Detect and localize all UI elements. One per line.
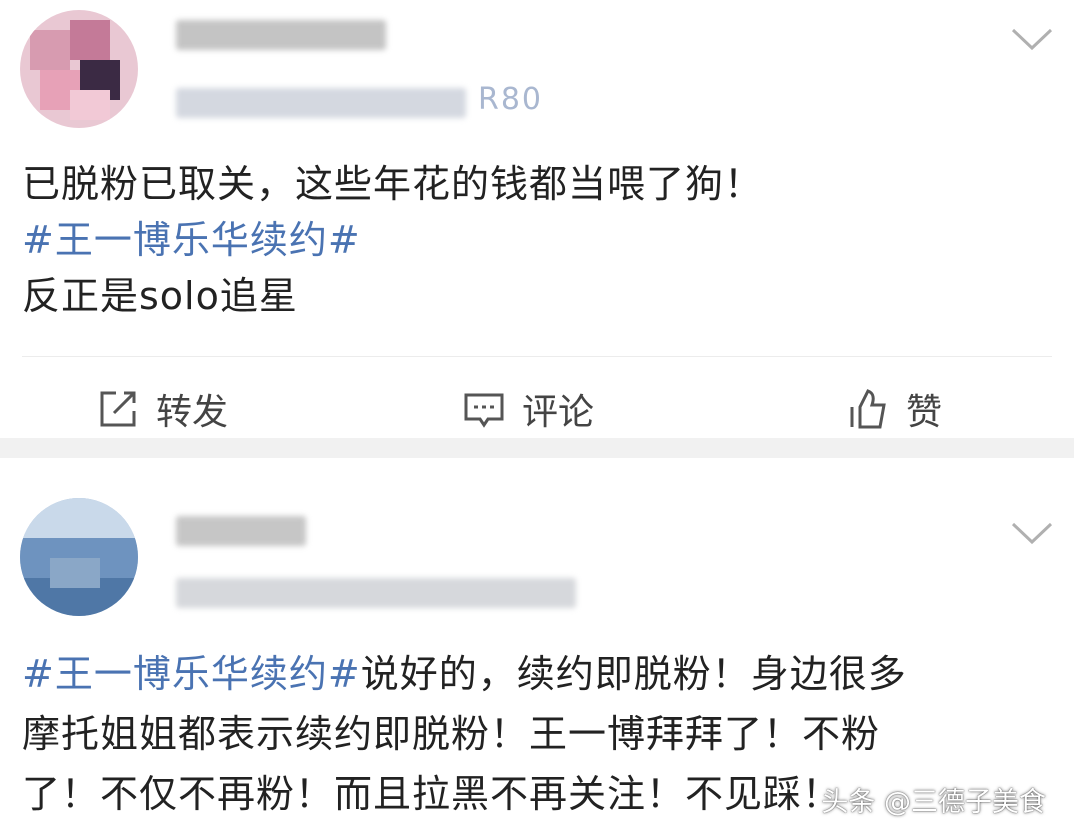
repost-icon	[100, 391, 136, 427]
avatar[interactable]	[20, 498, 138, 616]
post-meta-text: R80	[478, 82, 544, 117]
post-body-line: 已脱粉已取关，这些年花的钱都当喂了狗！	[22, 162, 764, 206]
action-bar: 转发 评论 赞	[0, 374, 1074, 444]
comment-button[interactable]: 评论	[462, 374, 594, 444]
watermark: 头条 @三德子美食	[821, 787, 1046, 818]
username-blurred[interactable]	[176, 20, 386, 50]
divider	[22, 356, 1052, 357]
repost-button[interactable]: 转发	[96, 374, 228, 444]
comment-label: 评论	[522, 392, 595, 433]
hashtag-link[interactable]: #王一博乐华续约#	[22, 652, 361, 696]
chevron-down-icon[interactable]	[1010, 26, 1054, 52]
like-icon	[850, 389, 886, 429]
repost-label: 转发	[156, 392, 229, 433]
post-body-line: 反正是solo追星	[22, 274, 298, 318]
comment-icon	[464, 393, 504, 428]
post-body-line: #王一博乐华续约#说好的，续约即脱粉！身边很多	[22, 646, 1052, 702]
like-button[interactable]: 赞	[846, 374, 942, 444]
post-separator	[0, 438, 1074, 458]
like-label: 赞	[906, 392, 943, 433]
weibo-post-1: R80 已脱粉已取关，这些年花的钱都当喂了狗！ #王一博乐华续约# 反正是sol…	[0, 0, 1074, 438]
post-meta-blurred	[176, 88, 466, 118]
hashtag-link[interactable]: #王一博乐华续约#	[22, 212, 1052, 268]
username-blurred[interactable]	[176, 516, 306, 546]
post-meta-blurred	[176, 578, 576, 608]
chevron-down-icon[interactable]	[1010, 520, 1054, 546]
avatar[interactable]	[20, 10, 138, 128]
post-body-text: 说好的，续约即脱粉！身边很多	[360, 652, 907, 696]
post-body-line: 摩托姐姐都表示续约即脱粉！王一博拜拜了！不粉	[22, 712, 881, 756]
